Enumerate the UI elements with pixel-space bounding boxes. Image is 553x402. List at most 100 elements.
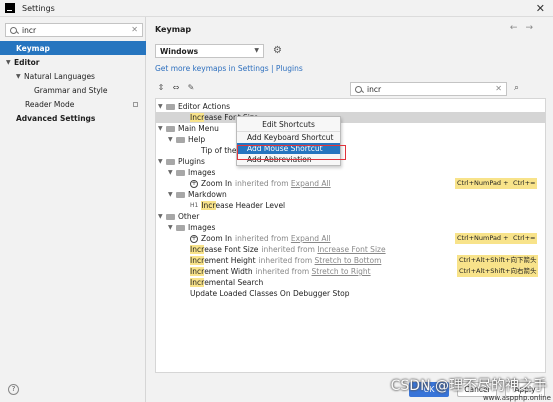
keymap-panel: Keymap ←→ Windows ▼ ⚙ Get more keymaps i… bbox=[147, 17, 553, 402]
tree-toolbar: ⇕ ⇔ ✎ bbox=[155, 83, 197, 92]
tree-node-label: Update Loaded Classes On Debugger Stop bbox=[190, 289, 350, 298]
tree-node-images-2[interactable]: ▼ Images bbox=[156, 222, 545, 233]
sidebar-item-grammar-and-style[interactable]: Grammar and Style bbox=[0, 83, 146, 97]
tree-node-label: Editor Actions bbox=[178, 102, 230, 111]
tree-node-incremental-search[interactable]: Incr emental Search bbox=[156, 277, 545, 288]
tree-node-label: Plugins bbox=[178, 157, 205, 166]
tree-node-increment-width[interactable]: Incr ement Width inherited from Stretch to… bbox=[156, 266, 545, 277]
chevron-down-icon[interactable]: ▼ bbox=[158, 158, 166, 165]
sidebar-item-label: Editor bbox=[14, 57, 40, 67]
tree-node-other-increase-font-size[interactable]: Incr ease Font Size inherited from Increas… bbox=[156, 244, 545, 255]
menu-item-add-keyboard-shortcut[interactable]: Add Keyboard Shortcut bbox=[237, 132, 340, 143]
clear-icon[interactable]: ✕ bbox=[495, 84, 502, 93]
match-highlight: Incr bbox=[190, 278, 205, 287]
folder-icon bbox=[166, 103, 175, 110]
forward-arrow-icon[interactable]: → bbox=[525, 23, 541, 33]
app-icon bbox=[5, 3, 15, 13]
match-highlight: Incr bbox=[190, 267, 205, 276]
apply-button[interactable]: Apply bbox=[505, 382, 545, 397]
actions-tree[interactable]: ▼ Editor Actions Incr ease Font Size ▼ Main… bbox=[155, 98, 546, 373]
match-highlight: Incr bbox=[201, 201, 216, 210]
tree-node-tip-of-the-day[interactable]: Tip of the D bbox=[156, 145, 545, 156]
tree-node-label: Images bbox=[188, 168, 216, 177]
close-icon[interactable]: ✕ bbox=[536, 2, 545, 15]
tree-node-markdown[interactable]: ▼ Markdown bbox=[156, 189, 545, 200]
tree-node-plugins[interactable]: ▼ Plugins bbox=[156, 156, 545, 167]
filter-input[interactable]: incr ✕ bbox=[350, 82, 507, 96]
collapse-all-icon[interactable]: ⇔ bbox=[170, 83, 182, 92]
sidebar-item-natural-languages[interactable]: ▼ Natural Languages bbox=[0, 69, 146, 83]
match-highlight: Incr bbox=[190, 113, 205, 122]
keymap-select[interactable]: Windows ▼ bbox=[155, 44, 264, 58]
tree-node-update-loaded-classes[interactable]: Update Loaded Classes On Debugger Stop bbox=[156, 288, 545, 299]
inherited-link[interactable]: Expand All bbox=[291, 234, 331, 243]
tree-node-label: Help bbox=[188, 135, 206, 144]
help-button[interactable]: ? bbox=[8, 384, 19, 395]
inherited-from-label: inherited from bbox=[258, 256, 313, 265]
settings-sidebar: incr ✕ Keymap ▼ Editor ▼ Natural Languag… bbox=[0, 17, 146, 402]
shortcut-badge: Ctrl+= bbox=[511, 233, 538, 244]
tree-node-increase-font-size[interactable]: Incr ease Font Size bbox=[156, 112, 545, 123]
more-keymaps-link[interactable]: Get more keymaps in Settings | Plugins bbox=[155, 64, 303, 73]
settings-search-input[interactable]: incr ✕ bbox=[5, 23, 143, 37]
ok-button[interactable]: OK bbox=[409, 382, 449, 397]
search-icon bbox=[10, 26, 17, 34]
clear-icon[interactable]: ✕ bbox=[131, 25, 138, 34]
inherited-note: inherited from Stretch to Bottom bbox=[259, 256, 382, 265]
inherited-note: inherited from Stretch to Right bbox=[256, 267, 371, 276]
window-title: Settings bbox=[22, 3, 55, 13]
settings-nav: Keymap ▼ Editor ▼ Natural Languages Gram… bbox=[0, 41, 146, 125]
folder-icon bbox=[176, 136, 185, 143]
keymap-select-value: Windows bbox=[160, 46, 199, 56]
chevron-down-icon[interactable]: ▼ bbox=[168, 136, 176, 143]
sidebar-item-keymap[interactable]: Keymap bbox=[0, 41, 146, 55]
inherited-link[interactable]: Expand All bbox=[291, 179, 331, 188]
tree-node-label: Markdown bbox=[188, 190, 227, 199]
sidebar-item-reader-mode[interactable]: Reader Mode bbox=[0, 97, 146, 111]
tree-node-label: Main Menu bbox=[178, 124, 219, 133]
tree-node-images[interactable]: ▼ Images bbox=[156, 167, 545, 178]
chevron-down-icon[interactable]: ▼ bbox=[168, 169, 176, 176]
sidebar-item-editor[interactable]: ▼ Editor bbox=[0, 55, 146, 69]
expand-all-icon[interactable]: ⇕ bbox=[155, 83, 167, 92]
chevron-down-icon[interactable]: ▼ bbox=[168, 224, 176, 231]
edit-icon[interactable]: ✎ bbox=[185, 83, 197, 92]
sidebar-item-label: Natural Languages bbox=[24, 71, 95, 81]
cancel-button[interactable]: Cancel bbox=[457, 382, 497, 397]
chevron-down-icon[interactable]: ▼ bbox=[158, 213, 166, 220]
inherited-link[interactable]: Increase Font Size bbox=[317, 245, 385, 254]
tree-node-increment-height[interactable]: Incr ement Height inherited from Stretch t… bbox=[156, 255, 545, 266]
tree-node-label: ement Width bbox=[204, 267, 253, 276]
tree-node-zoom-in[interactable]: + Zoom In inherited from Expand All Ctrl+N… bbox=[156, 178, 545, 189]
project-settings-icon bbox=[133, 101, 138, 107]
folder-icon bbox=[176, 191, 185, 198]
gear-icon[interactable]: ⚙ bbox=[273, 45, 282, 56]
sidebar-item-label: Keymap bbox=[16, 43, 50, 53]
search-value: incr bbox=[22, 25, 37, 35]
zoom-in-icon: + bbox=[190, 234, 198, 243]
tree-node-zoom-in-2[interactable]: + Zoom In inherited from Expand All Ctrl+N… bbox=[156, 233, 545, 244]
folder-icon bbox=[176, 224, 185, 231]
tree-node-editor-actions[interactable]: ▼ Editor Actions bbox=[156, 101, 545, 112]
sidebar-item-advanced-settings[interactable]: Advanced Settings bbox=[0, 111, 146, 125]
sidebar-item-label: Reader Mode bbox=[25, 99, 75, 109]
tree-node-main-menu[interactable]: ▼ Main Menu bbox=[156, 123, 545, 134]
inherited-link[interactable]: Stretch to Right bbox=[312, 267, 371, 276]
chevron-down-icon[interactable]: ▼ bbox=[158, 125, 166, 132]
folder-icon bbox=[166, 213, 175, 220]
tree-node-label: Zoom In bbox=[201, 179, 232, 188]
sidebar-item-label: Grammar and Style bbox=[34, 85, 108, 95]
inherited-link[interactable]: Stretch to Bottom bbox=[315, 256, 382, 265]
chevron-down-icon[interactable]: ▼ bbox=[158, 103, 166, 110]
chevron-down-icon[interactable]: ▼ bbox=[168, 191, 176, 198]
tree-node-help[interactable]: ▼ Help bbox=[156, 134, 545, 145]
tree-node-other[interactable]: ▼ Other bbox=[156, 211, 545, 222]
chevron-down-icon[interactable]: ▼ bbox=[16, 73, 24, 80]
inherited-from-label: inherited from bbox=[234, 234, 289, 243]
nav-arrows: ←→ bbox=[510, 23, 541, 33]
tree-node-increase-header-level[interactable]: H1 Incr ease Header Level bbox=[156, 200, 545, 211]
find-shortcut-icon[interactable]: ⌕ bbox=[514, 83, 519, 93]
chevron-down-icon[interactable]: ▼ bbox=[6, 59, 14, 66]
page-title: Keymap bbox=[155, 25, 192, 34]
back-arrow-icon[interactable]: ← bbox=[510, 23, 526, 33]
